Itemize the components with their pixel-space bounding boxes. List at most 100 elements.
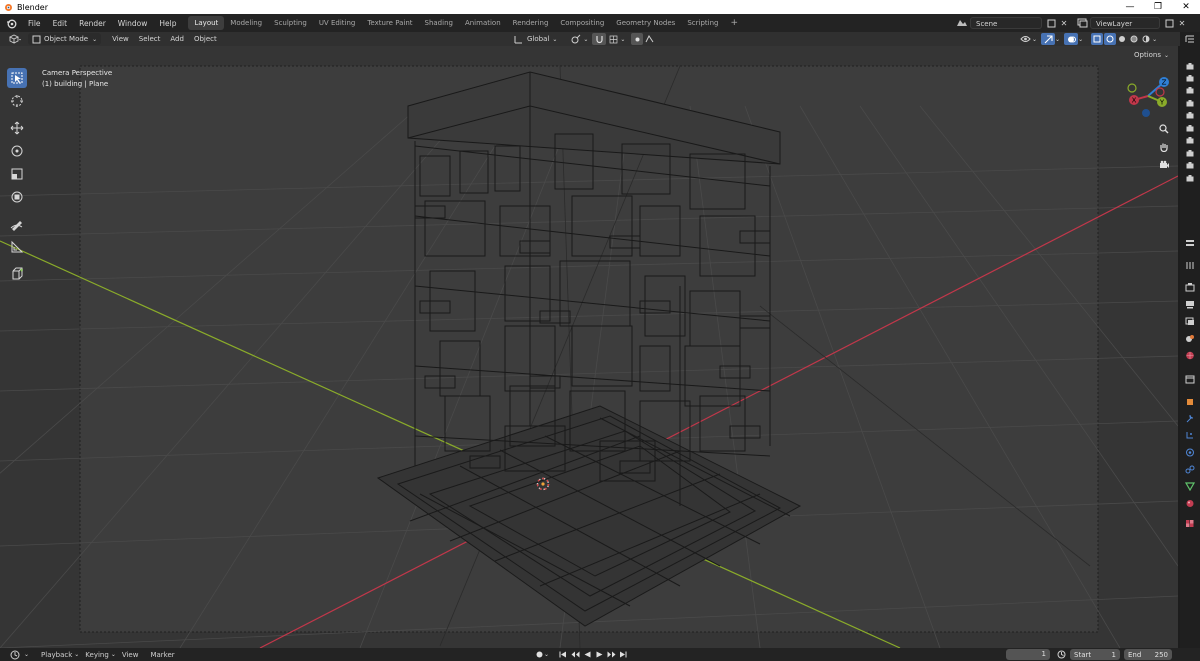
add-cube-icon[interactable] (7, 264, 27, 284)
timeline-editor-icon[interactable] (6, 649, 24, 660)
tab-rendering[interactable]: Rendering (507, 16, 555, 30)
3d-viewport[interactable]: Camera Perspective (1) building | Plane … (0, 46, 1178, 648)
particles-properties-icon[interactable] (1185, 431, 1195, 439)
tab-scripting[interactable]: Scripting (681, 16, 724, 30)
start-frame-field[interactable]: Start 1 (1070, 649, 1120, 660)
tool-properties-icon[interactable] (1185, 261, 1195, 269)
properties-menu-icon[interactable] (1185, 239, 1195, 247)
menu-playback[interactable]: Playback (35, 651, 78, 659)
play-icon[interactable] (593, 651, 605, 658)
camera-visibility-icon[interactable] (1185, 86, 1195, 94)
delete-view-layer-icon[interactable]: ✕ (1176, 17, 1188, 29)
orientation-dropdown[interactable]: Global (524, 35, 552, 43)
record-icon[interactable] (534, 651, 544, 658)
blender-menu-icon[interactable] (4, 16, 18, 30)
falloff-icon[interactable] (643, 35, 655, 43)
menu-help[interactable]: Help (153, 19, 182, 28)
cursor-icon[interactable] (7, 91, 27, 111)
physics-properties-icon[interactable] (1185, 448, 1195, 456)
view-layer-properties-icon[interactable] (1185, 317, 1195, 325)
camera-visibility-icon[interactable] (1185, 124, 1195, 132)
options-dropdown[interactable]: Options ⌄ (1134, 51, 1169, 59)
camera-visibility-icon[interactable] (1185, 62, 1195, 70)
scale-icon[interactable] (7, 164, 27, 184)
menu-window[interactable]: Window (112, 19, 154, 28)
camera-visibility-icon[interactable] (1185, 161, 1195, 169)
shading-material-icon[interactable] (1128, 33, 1140, 45)
view-layer-field[interactable]: ViewLayer (1090, 17, 1160, 29)
gizmo-toggle-icon[interactable] (1041, 33, 1056, 45)
menu-marker[interactable]: Marker (144, 651, 180, 659)
shading-solid-icon[interactable] (1116, 33, 1128, 45)
minimize-icon[interactable]: — (1116, 0, 1144, 14)
world-properties-icon[interactable] (1185, 351, 1195, 359)
camera-visibility-icon[interactable] (1185, 136, 1195, 144)
snap-icon[interactable] (592, 33, 607, 45)
menu-edit[interactable]: Edit (47, 19, 74, 28)
menu-select[interactable]: Select (134, 33, 166, 45)
select-box-icon[interactable] (7, 68, 27, 88)
editor-type-icon[interactable] (6, 33, 24, 45)
tab-uv-editing[interactable]: UV Editing (313, 16, 362, 30)
end-frame-field[interactable]: End 250 (1124, 649, 1172, 660)
modifier-properties-icon[interactable] (1185, 414, 1195, 422)
menu-add[interactable]: Add (165, 33, 189, 45)
camera-visibility-icon[interactable] (1185, 174, 1195, 182)
tab-geometry-nodes[interactable]: Geometry Nodes (610, 16, 681, 30)
add-workspace-button[interactable]: + (724, 16, 744, 30)
rotate-icon[interactable] (7, 141, 27, 161)
new-scene-icon[interactable] (1044, 17, 1058, 29)
current-frame-field[interactable]: 1 (1006, 649, 1050, 660)
scene-name-field[interactable]: Scene (970, 17, 1042, 29)
prev-keyframe-icon[interactable] (569, 651, 581, 658)
restore-icon[interactable]: ❐ (1144, 0, 1172, 14)
next-keyframe-icon[interactable] (605, 651, 617, 658)
visibility-icon[interactable] (1018, 35, 1032, 43)
new-view-layer-icon[interactable] (1162, 17, 1176, 29)
measure-icon[interactable] (7, 237, 27, 257)
play-reverse-icon[interactable] (581, 651, 593, 658)
transform-icon[interactable] (7, 187, 27, 207)
menu-object[interactable]: Object (189, 33, 222, 45)
shading-rendered-icon[interactable] (1140, 33, 1152, 45)
pan-hand-icon[interactable] (1158, 141, 1170, 153)
navigation-gizmo[interactable]: Z X Y (1120, 68, 1176, 124)
texture-properties-icon[interactable] (1185, 519, 1195, 527)
menu-render[interactable]: Render (73, 19, 112, 28)
camera-view-icon[interactable] (1158, 159, 1170, 171)
delete-scene-icon[interactable]: ✕ (1058, 17, 1070, 29)
tab-compositing[interactable]: Compositing (554, 16, 610, 30)
zoom-icon[interactable] (1158, 123, 1170, 135)
object-mode-dropdown[interactable]: Object Mode ⌄ (28, 33, 102, 45)
scene-properties-icon[interactable] (1185, 334, 1195, 342)
tab-shading[interactable]: Shading (419, 16, 459, 30)
snap-target-icon[interactable] (606, 35, 620, 44)
xray-toggle-icon[interactable] (1091, 33, 1104, 45)
menu-file[interactable]: File (22, 19, 47, 28)
tab-sculpting[interactable]: Sculpting (268, 16, 313, 30)
jump-start-icon[interactable] (557, 651, 569, 658)
camera-visibility-icon[interactable] (1185, 149, 1195, 157)
material-properties-icon[interactable] (1185, 499, 1195, 507)
camera-visibility-icon[interactable] (1185, 99, 1195, 107)
annotate-icon[interactable] (7, 214, 27, 234)
proportional-edit-icon[interactable] (631, 33, 644, 45)
move-icon[interactable] (7, 118, 27, 138)
jump-end-icon[interactable] (617, 651, 629, 658)
camera-visibility-icon[interactable] (1185, 111, 1195, 119)
tab-animation[interactable]: Animation (459, 16, 507, 30)
collection-properties-icon[interactable] (1185, 375, 1195, 383)
view-layer-icon[interactable] (1074, 17, 1090, 29)
data-properties-icon[interactable] (1185, 481, 1195, 491)
outliner-filter-icon[interactable] (1185, 35, 1195, 43)
tab-modeling[interactable]: Modeling (224, 16, 268, 30)
constraint-properties-icon[interactable] (1185, 465, 1195, 473)
preview-range-icon[interactable] (1055, 650, 1067, 659)
tab-layout[interactable]: Layout (188, 16, 225, 30)
tab-texture-paint[interactable]: Texture Paint (361, 16, 418, 30)
output-properties-icon[interactable] (1185, 300, 1195, 308)
menu-view[interactable]: View (107, 33, 134, 45)
pivot-icon[interactable] (569, 34, 583, 44)
shading-wireframe-icon[interactable] (1104, 33, 1117, 45)
menu-view[interactable]: View (116, 651, 145, 659)
